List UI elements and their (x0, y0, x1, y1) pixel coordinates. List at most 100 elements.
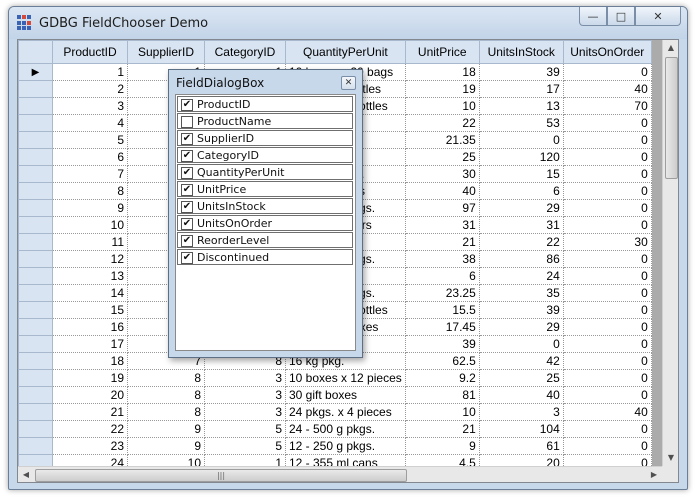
table-cell[interactable]: 0 (563, 437, 652, 455)
table-cell[interactable]: 120 (479, 148, 564, 166)
table-cell[interactable]: 0 (563, 182, 652, 200)
table-row[interactable]: 20 8 3 30 gift boxes 81 40 0 (18, 386, 652, 404)
checked-checkbox-icon[interactable]: ✔ (181, 150, 193, 162)
table-cell[interactable]: 15.5 (405, 301, 480, 319)
table-cell[interactable]: 17.45 (405, 318, 480, 336)
row-header[interactable]: ▶ (18, 63, 53, 81)
table-cell[interactable]: 0 (563, 199, 652, 217)
table-cell[interactable]: 21.35 (405, 131, 480, 149)
table-cell[interactable]: 0 (563, 114, 652, 132)
table-cell[interactable]: 21 (405, 233, 480, 251)
table-cell[interactable]: 3 (479, 403, 564, 421)
field-dialog-box[interactable]: FieldDialogBox ✕ ✔ ProductID ProductName ✔ S… (168, 69, 363, 358)
checked-checkbox-icon[interactable]: ✔ (181, 184, 193, 196)
table-cell[interactable]: 18 (405, 63, 480, 81)
row-header[interactable] (18, 403, 53, 421)
table-cell[interactable]: 40 (563, 403, 652, 421)
table-cell[interactable]: 6 (405, 267, 480, 285)
table-cell[interactable]: 9 (127, 420, 205, 438)
table-cell[interactable]: 29 (479, 318, 564, 336)
table-cell[interactable]: 0 (563, 420, 652, 438)
table-cell[interactable]: 21 (405, 420, 480, 438)
field-list-item[interactable]: ✔ CategoryID (177, 147, 353, 163)
table-cell[interactable]: 8 (127, 369, 205, 387)
table-cell[interactable]: 16 (52, 318, 128, 336)
table-cell[interactable]: 0 (563, 369, 652, 387)
checked-checkbox-icon[interactable]: ✔ (181, 99, 193, 111)
row-header[interactable] (18, 114, 53, 132)
table-cell[interactable]: 5 (204, 420, 286, 438)
table-cell[interactable]: 0 (563, 131, 652, 149)
table-cell[interactable]: 1 (52, 63, 128, 81)
table-cell[interactable]: 24 - 500 g pkgs. (285, 420, 406, 438)
table-cell[interactable]: 15 (52, 301, 128, 319)
checked-checkbox-icon[interactable]: ✔ (181, 218, 193, 230)
checked-checkbox-icon[interactable]: ✔ (181, 235, 193, 247)
dialog-close-button[interactable]: ✕ (341, 76, 356, 90)
table-cell[interactable]: 0 (563, 267, 652, 285)
table-cell[interactable]: 0 (563, 148, 652, 166)
row-header[interactable] (18, 352, 53, 370)
table-cell[interactable]: 40 (479, 386, 564, 404)
table-cell[interactable]: 30 (563, 233, 652, 251)
column-header[interactable]: UnitPrice (404, 40, 480, 64)
table-cell[interactable]: 13 (52, 267, 128, 285)
table-cell[interactable]: 86 (479, 250, 564, 268)
table-cell[interactable]: 17 (52, 335, 128, 353)
close-button[interactable]: ✕ (635, 7, 681, 26)
table-cell[interactable]: 62.5 (405, 352, 480, 370)
table-cell[interactable]: 22 (52, 420, 128, 438)
table-cell[interactable]: 19 (405, 80, 480, 98)
table-cell[interactable]: 0 (563, 318, 652, 336)
table-cell[interactable]: 2 (52, 80, 128, 98)
checked-checkbox-icon[interactable]: ✔ (181, 252, 193, 264)
scroll-right-icon[interactable]: ▶ (646, 467, 662, 482)
table-cell[interactable]: 6 (479, 182, 564, 200)
row-header[interactable] (18, 131, 53, 149)
table-cell[interactable]: 10 (405, 403, 480, 421)
table-cell[interactable]: 8 (127, 386, 205, 404)
vertical-scrollbar[interactable]: ▲ ▼ (662, 40, 678, 466)
table-cell[interactable]: 104 (479, 420, 564, 438)
field-list-item[interactable]: ✔ SupplierID (177, 130, 353, 146)
table-cell[interactable]: 22 (405, 114, 480, 132)
table-cell[interactable]: 7 (52, 165, 128, 183)
table-cell[interactable]: 9.2 (405, 369, 480, 387)
checked-checkbox-icon[interactable]: ✔ (181, 201, 193, 213)
table-cell[interactable]: 24 (479, 267, 564, 285)
table-cell[interactable]: 10 (405, 97, 480, 115)
field-list-item[interactable]: ProductName (177, 113, 353, 129)
table-row[interactable]: 22 9 5 24 - 500 g pkgs. 21 104 0 (18, 420, 652, 438)
table-cell[interactable]: 29 (479, 199, 564, 217)
table-cell[interactable]: 30 gift boxes (285, 386, 406, 404)
table-cell[interactable]: 15 (479, 165, 564, 183)
scroll-down-icon[interactable]: ▼ (663, 450, 678, 466)
field-list-item[interactable]: ✔ UnitsOnOrder (177, 215, 353, 231)
table-cell[interactable]: 10 boxes x 12 pieces (285, 369, 406, 387)
field-list-item[interactable]: ✔ ReorderLevel (177, 232, 353, 248)
row-header[interactable] (18, 199, 53, 217)
table-cell[interactable]: 23.25 (405, 284, 480, 302)
table-row[interactable]: 21 8 3 24 pkgs. x 4 pieces 10 3 40 (18, 403, 652, 421)
table-cell[interactable]: 31 (479, 216, 564, 234)
table-cell[interactable]: 5 (204, 437, 286, 455)
table-cell[interactable]: 39 (479, 63, 564, 81)
row-header[interactable] (18, 335, 53, 353)
table-cell[interactable]: 4 (52, 114, 128, 132)
table-cell[interactable]: 23 (52, 437, 128, 455)
table-cell[interactable]: 0 (563, 63, 652, 81)
horizontal-scroll-thumb[interactable]: ||| (35, 469, 407, 482)
table-cell[interactable]: 3 (52, 97, 128, 115)
table-cell[interactable]: 39 (405, 335, 480, 353)
checked-checkbox-icon[interactable]: ✔ (181, 167, 193, 179)
table-cell[interactable]: 30 (405, 165, 480, 183)
table-cell[interactable]: 0 (563, 301, 652, 319)
table-cell[interactable]: 8 (127, 403, 205, 421)
row-header[interactable] (18, 386, 53, 404)
table-cell[interactable]: 70 (563, 97, 652, 115)
table-cell[interactable]: 12 - 250 g pkgs. (285, 437, 406, 455)
table-cell[interactable]: 97 (405, 199, 480, 217)
table-cell[interactable]: 25 (405, 148, 480, 166)
table-cell[interactable]: 42 (479, 352, 564, 370)
row-header[interactable] (18, 250, 53, 268)
